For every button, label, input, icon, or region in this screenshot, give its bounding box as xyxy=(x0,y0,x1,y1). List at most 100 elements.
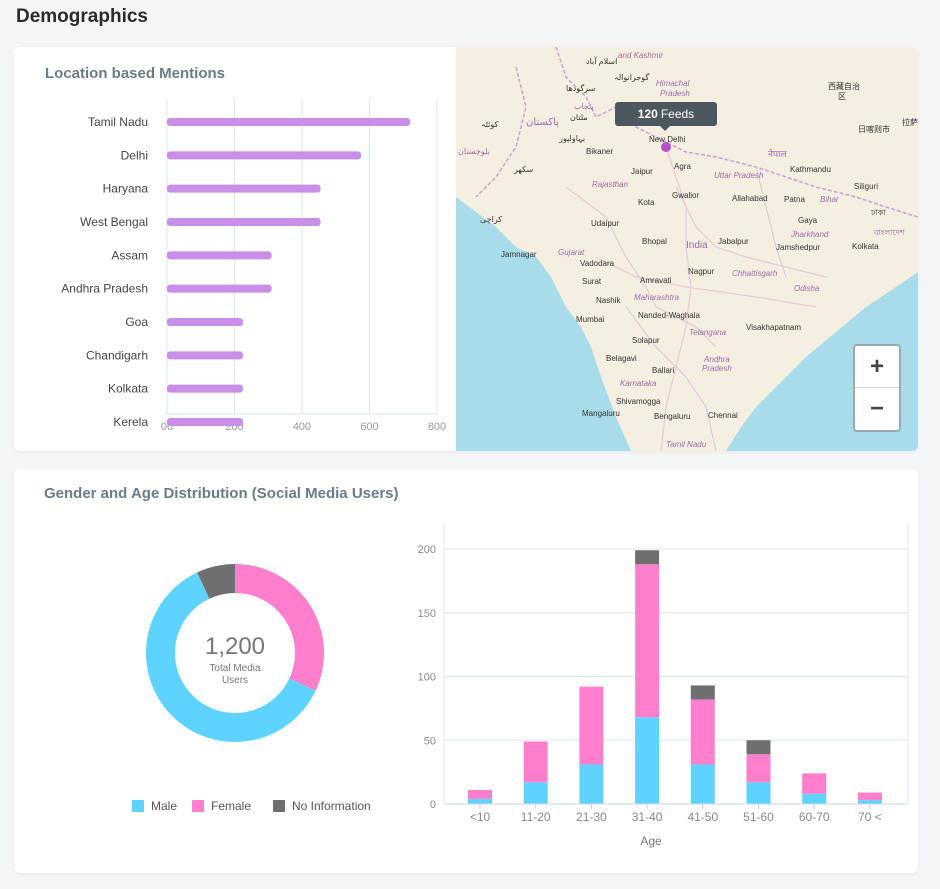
y-category-label: Tamil Nadu xyxy=(88,115,148,129)
age-bar-segment-male[interactable] xyxy=(857,800,882,804)
map-label: بہاولپور xyxy=(559,134,586,143)
x-category-label: 11-20 xyxy=(521,810,551,824)
map-label: Maharashtra xyxy=(634,293,679,302)
map-label: বাংলাদেশ xyxy=(874,228,905,237)
zoom-out-button[interactable]: − xyxy=(855,387,899,429)
location-bar[interactable] xyxy=(167,118,410,126)
x-category-label: 21-30 xyxy=(576,810,607,824)
map-label: Himachal xyxy=(656,79,690,88)
age-bar-segment-male[interactable] xyxy=(579,764,604,804)
map-label: Nanded-Waghala xyxy=(638,311,700,320)
location-bar[interactable] xyxy=(167,418,243,426)
map-label: کوئٹہ xyxy=(481,120,499,129)
map-tooltip: 120 Feeds xyxy=(615,102,717,131)
location-bar[interactable] xyxy=(167,318,243,326)
map-label: Pradesh xyxy=(702,364,732,373)
legend-item-no-information[interactable]: No Information xyxy=(273,799,371,813)
legend-item-female[interactable]: Female xyxy=(192,799,251,813)
age-stacked-bar-chart: 0 50 100 150 200 <10 11-20 21-30 31-40 41-50 51-60… xyxy=(418,523,909,848)
age-bar-segment-male[interactable] xyxy=(468,798,492,804)
map-label: Solapur xyxy=(632,336,660,345)
location-bar[interactable] xyxy=(167,384,243,393)
map-label: Bikaner xyxy=(586,147,614,156)
x-tick-label: 800 xyxy=(428,421,446,433)
age-bar-segment-no-information[interactable] xyxy=(635,550,660,565)
location-bar[interactable] xyxy=(167,184,321,193)
legend-label: Male xyxy=(151,799,178,813)
age-bar-segment-male[interactable] xyxy=(690,764,715,804)
map-label: Nashik xyxy=(596,296,621,305)
map-label: Tamil Nadu xyxy=(666,440,707,449)
age-bar-segment-female[interactable] xyxy=(690,699,715,765)
gender-card-title: Gender and Age Distribution (Social Medi… xyxy=(44,485,399,502)
y-category-label: Delhi xyxy=(121,148,148,162)
age-bar-segment-female[interactable] xyxy=(635,564,660,718)
map-label: Patna xyxy=(784,195,805,204)
age-bar-segment-female[interactable] xyxy=(746,754,771,783)
x-category-label: <10 xyxy=(470,810,491,824)
location-bar[interactable] xyxy=(167,351,243,360)
location-bar[interactable] xyxy=(167,284,272,293)
map-label: Kolkata xyxy=(852,242,879,251)
gender-donut-chart xyxy=(146,564,324,742)
map-label: Bhopal xyxy=(642,237,667,246)
map-label: ঢাকা xyxy=(871,208,886,217)
map-label: سکھر xyxy=(514,165,534,174)
age-bar-segment-female[interactable] xyxy=(802,773,827,794)
map-label: Jamshedpur xyxy=(776,243,821,252)
map-label: Karnataka xyxy=(620,379,657,388)
map-label: Mangaluru xyxy=(582,409,620,418)
map-label: Ballari xyxy=(652,366,675,375)
map-label: Agra xyxy=(674,162,691,171)
age-bar-segment-male[interactable] xyxy=(523,782,548,804)
tooltip-value: 120 xyxy=(637,107,658,121)
legend-item-male[interactable]: Male xyxy=(132,799,177,813)
map-label: Andhra xyxy=(704,355,730,364)
x-category-label: 31-40 xyxy=(632,810,663,824)
y-tick-label: 100 xyxy=(418,672,436,684)
map[interactable]: and Kashmir اسلام آباد گوجرانوالہ Himach… xyxy=(456,47,918,451)
age-bar-segment-male[interactable] xyxy=(635,717,660,804)
map-label: Siliguri xyxy=(854,182,879,191)
map-label: Udaipur xyxy=(591,219,620,228)
map-label: Nagpur xyxy=(688,267,715,276)
x-category-label: 70 < xyxy=(858,810,882,824)
map-label: پنجاب xyxy=(574,102,594,111)
age-bar-segment-male[interactable] xyxy=(802,793,827,804)
map-label: Jabalpur xyxy=(718,237,749,246)
location-bar[interactable] xyxy=(167,218,321,226)
map-label: Shivamogga xyxy=(616,397,661,406)
age-bar-segment-no-information[interactable] xyxy=(746,740,771,755)
map-label: Rajasthan xyxy=(592,180,629,189)
x-tick-label: 600 xyxy=(360,421,378,433)
age-bar-segment-female[interactable] xyxy=(468,789,492,799)
map-label: India xyxy=(686,240,708,251)
legend-label: No Information xyxy=(292,799,371,813)
y-category-label: Chandigarh xyxy=(86,348,148,362)
map-label: Pradesh xyxy=(660,89,690,98)
location-bar[interactable] xyxy=(167,151,362,160)
age-bar-segment-no-information[interactable] xyxy=(690,685,715,700)
map-label: Surat xyxy=(582,277,602,286)
age-bar-segment-female[interactable] xyxy=(523,741,548,783)
y-category-label: Kerela xyxy=(113,415,148,429)
donut-slice-female[interactable] xyxy=(235,564,324,691)
map-label: Bengaluru xyxy=(654,412,691,421)
map-label: Gaya xyxy=(798,216,818,225)
zoom-in-button[interactable]: + xyxy=(855,346,899,387)
map-label: Vadodara xyxy=(580,259,615,268)
y-tick-label: 200 xyxy=(418,544,436,556)
map-label: and Kashmir xyxy=(618,51,663,60)
location-bar[interactable] xyxy=(167,251,272,260)
map-label: 日喀则市 xyxy=(858,125,890,134)
map-label: 区 xyxy=(838,92,846,101)
y-category-label: Kolkata xyxy=(108,382,148,396)
map-label: Mumbai xyxy=(576,315,605,324)
age-bar-segment-female[interactable] xyxy=(579,686,604,765)
legend-swatch-female xyxy=(192,800,204,812)
y-tick-label: 50 xyxy=(424,735,436,747)
age-bar-segment-female[interactable] xyxy=(857,792,882,801)
map-label: Odisha xyxy=(794,284,820,293)
age-bar-segment-male[interactable] xyxy=(746,782,771,804)
x-category-label: 51-60 xyxy=(743,810,774,824)
